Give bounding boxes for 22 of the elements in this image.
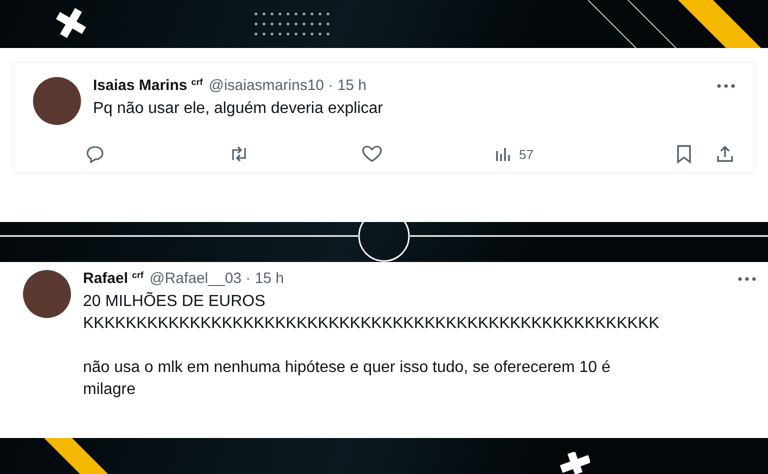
author-name[interactable]: Isaias Marins bbox=[93, 77, 188, 94]
avatar-placeholder[interactable] bbox=[33, 77, 81, 125]
avatar-placeholder[interactable] bbox=[23, 270, 71, 318]
more-icon[interactable] bbox=[717, 84, 735, 88]
more-icon[interactable] bbox=[738, 276, 756, 280]
repost-icon[interactable] bbox=[229, 144, 249, 164]
author-name[interactable]: Rafael bbox=[83, 270, 128, 287]
reply-icon[interactable] bbox=[85, 144, 105, 164]
share-icon[interactable] bbox=[715, 144, 735, 164]
author-tag-label: crf bbox=[191, 77, 203, 87]
bar-chart-icon[interactable] bbox=[495, 145, 513, 163]
tweet-text: 20 MILHÕES DE EUROS KKKKKKKKKKKKKKKKKKKKKKKKKKKKKKKKKKKKKKKKKKKKKKKKKKKKKK bbox=[83, 291, 660, 334]
plus-icon bbox=[54, 6, 88, 40]
heart-icon[interactable] bbox=[361, 144, 383, 164]
tweet-text: Pq não usar ele, alguém deveria explicar bbox=[93, 99, 384, 119]
tweet-text: não usa o mlk em nenhuma hipótese e quer isso tudo, se oferecerem 10 é milagre bbox=[83, 358, 612, 400]
view-count: 57 bbox=[519, 146, 534, 162]
plus-icon bbox=[560, 452, 590, 474]
tweet-meta: @isaiasmarins10 · 15 h bbox=[208, 77, 367, 94]
bookmark-icon[interactable] bbox=[675, 144, 693, 164]
author-tag-label: crf bbox=[132, 270, 144, 280]
tweet-meta: @Rafael__03 · 15 h bbox=[150, 270, 284, 287]
